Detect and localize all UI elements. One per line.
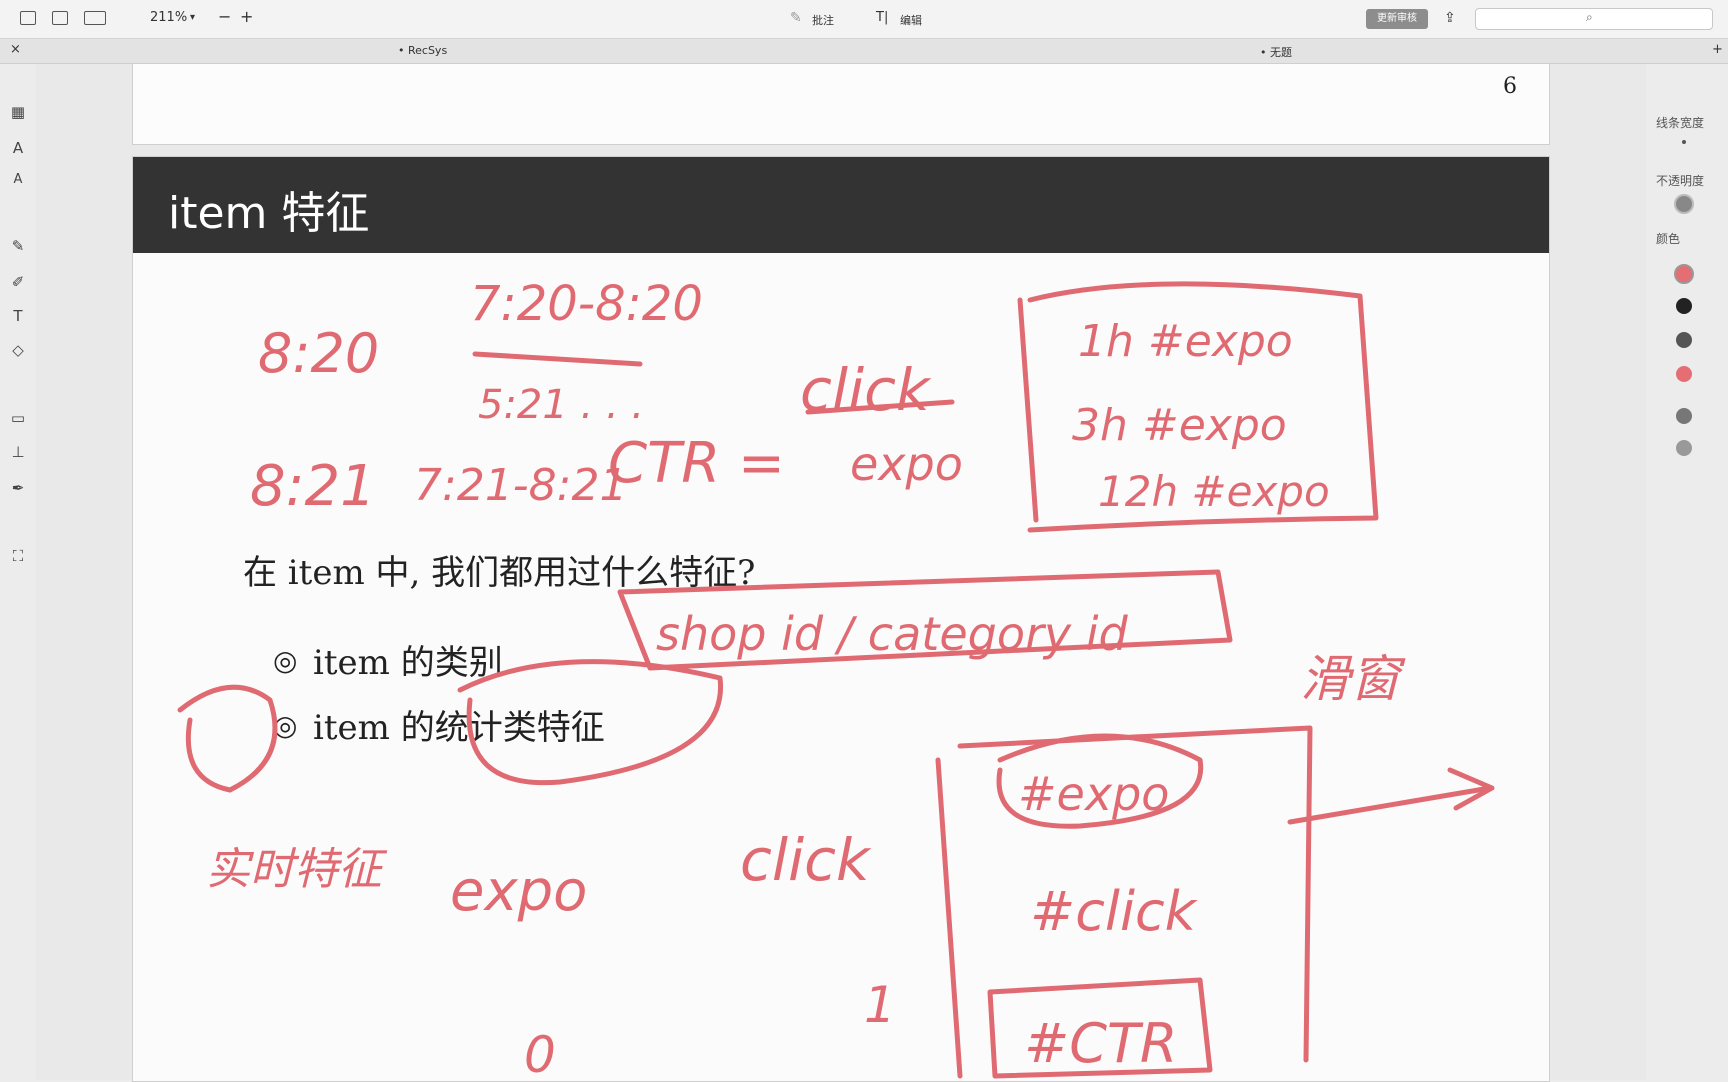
bullet-item-category: item 的类别 <box>313 643 503 683</box>
add-tab-button[interactable]: + <box>1712 42 1723 57</box>
previous-page: 6 <box>132 64 1550 145</box>
tab-recsys[interactable]: • RecSys <box>398 44 447 57</box>
opacity-label: 不透明度 <box>1656 174 1705 188</box>
bullet-marker: ◎ <box>273 644 298 677</box>
grid-view-icon[interactable] <box>52 11 68 25</box>
text-size-icon[interactable]: A <box>8 138 28 158</box>
text-style-icon[interactable]: A <box>8 170 28 190</box>
text-edit-icon[interactable]: T| <box>876 10 888 25</box>
top-toolbar: 211% ▾ − + ✎ 批注 T| 编辑 更新审核 ⇪ ⌕ <box>0 0 1728 39</box>
lasso-select-icon[interactable]: ⛶ <box>8 546 28 566</box>
update-button[interactable]: 更新审核 <box>1366 9 1428 29</box>
document-viewport[interactable]: 6 item 特征 在 item 中, 我们都用过什么特征? ◎ item 的类… <box>36 64 1646 1082</box>
color-swatch[interactable] <box>1676 366 1692 382</box>
tab-bar: × • RecSys • 无题 + <box>0 39 1728 64</box>
search-input[interactable]: ⌕ <box>1475 8 1713 30</box>
ink-properties-panel: 线条宽度 不透明度 颜色 <box>1646 64 1728 1080</box>
line-width-label: 线条宽度 <box>1656 116 1705 130</box>
opacity-control[interactable] <box>1674 194 1694 214</box>
comment-icon[interactable]: ▭ <box>8 408 28 428</box>
color-swatch[interactable] <box>1676 408 1692 424</box>
question-text: 在 item 中, 我们都用过什么特征? <box>243 553 756 593</box>
annotation-toolbar: ▦ A A ✎ ✐ T ◇ ▭ ⊥ ✒ ⛶ <box>0 64 37 1080</box>
share-icon[interactable]: ⇪ <box>1444 10 1456 26</box>
annotate-button[interactable]: 批注 <box>812 12 834 28</box>
page-number: 6 <box>1503 74 1517 99</box>
text-tool-icon[interactable]: T <box>8 306 28 326</box>
stamp-icon[interactable]: ⊥ <box>8 442 28 462</box>
frame-title-bar: item 特征 <box>133 157 1549 253</box>
shape-tool-icon[interactable]: ◇ <box>8 340 28 360</box>
frame-title: item 特征 <box>168 188 370 239</box>
annotate-icon[interactable]: ✎ <box>790 10 802 26</box>
line-width-control[interactable] <box>1682 140 1686 144</box>
page-view-icon[interactable] <box>84 11 106 25</box>
zoom-out-button[interactable]: − <box>218 7 231 26</box>
chevron-down-icon[interactable]: ▾ <box>190 12 195 23</box>
pencil-icon[interactable]: ✎ <box>8 236 28 256</box>
close-tab-button[interactable]: × <box>10 42 21 57</box>
tab-untitled[interactable]: • 无题 <box>1260 44 1292 60</box>
color-label: 颜色 <box>1656 232 1681 246</box>
color-swatch[interactable] <box>1676 440 1692 456</box>
search-icon: ⌕ <box>1586 10 1593 24</box>
highlighter-icon[interactable]: ✐ <box>8 272 28 292</box>
edit-button[interactable]: 编辑 <box>900 12 922 28</box>
sidebar-toggle-icon[interactable] <box>20 11 36 25</box>
zoom-level[interactable]: 211% <box>150 10 187 25</box>
color-swatch[interactable] <box>1676 298 1692 314</box>
bullet-marker: ◎ <box>273 709 298 742</box>
pen-icon[interactable]: ✒ <box>8 478 28 498</box>
color-swatch-selected[interactable] <box>1674 264 1694 284</box>
zoom-in-button[interactable]: + <box>240 7 253 26</box>
thumbnail-icon[interactable]: ▦ <box>8 102 28 122</box>
color-swatch[interactable] <box>1676 332 1692 348</box>
slide-page: item 特征 在 item 中, 我们都用过什么特征? ◎ item 的类别 … <box>132 156 1550 1082</box>
bullet-item-statistics: item 的统计类特征 <box>313 708 605 748</box>
